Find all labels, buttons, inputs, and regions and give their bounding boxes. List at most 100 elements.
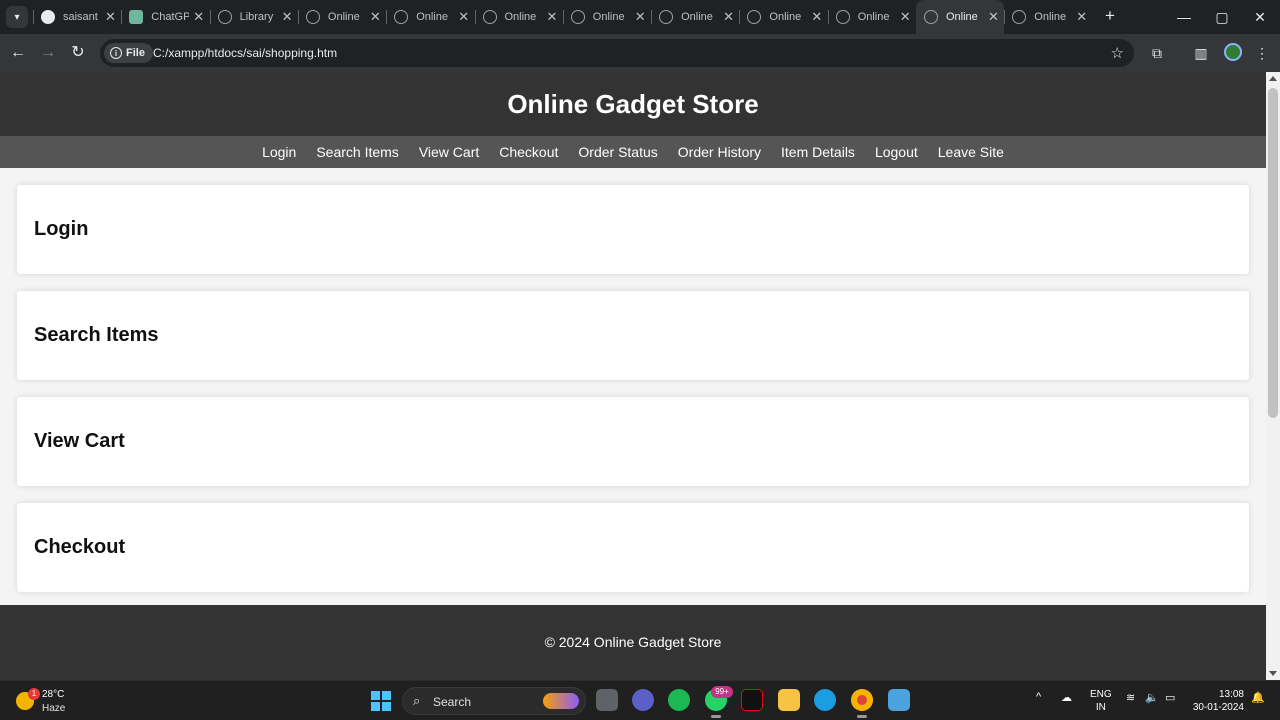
browser-tab[interactable]: Online ✕ xyxy=(474,0,563,34)
globe-icon xyxy=(747,10,762,24)
browser-tab[interactable]: Library ✕ xyxy=(209,0,298,34)
taskbar-search-label: Search xyxy=(433,695,472,709)
tab-close-icon[interactable]: ✕ xyxy=(105,9,116,25)
tab-separator xyxy=(1004,10,1006,24)
weather-badge: 1 xyxy=(28,688,40,700)
tab-close-icon[interactable]: ✕ xyxy=(370,9,381,25)
onedrive-icon[interactable]: ☁ xyxy=(1061,691,1072,704)
address-bar[interactable]: i File C:/xampp/htdocs/sai/shopping.htm … xyxy=(100,39,1134,67)
weather-temp: 28°C xyxy=(42,689,65,700)
tab-separator xyxy=(209,10,211,24)
section-card: Search Items xyxy=(17,291,1249,380)
nav-link[interactable]: Checkout xyxy=(499,136,558,168)
close-window-icon[interactable]: ✕ xyxy=(1240,0,1280,34)
teams-icon[interactable] xyxy=(632,689,654,711)
nav-link[interactable]: Item Details xyxy=(781,136,855,168)
notification-bell-icon[interactable]: 🔔 xyxy=(1251,691,1265,704)
browser-tab[interactable]: Online ✕ xyxy=(916,0,1004,34)
profile-avatar[interactable] xyxy=(1224,43,1242,61)
menu-icon[interactable]: ⋮ xyxy=(1252,43,1272,63)
tab-close-icon[interactable]: ✕ xyxy=(193,9,204,25)
browser-tab[interactable]: saisant ✕ xyxy=(33,0,121,34)
tab-search-icon[interactable]: ▾ xyxy=(6,6,28,28)
nav-link[interactable]: Order History xyxy=(678,136,761,168)
maximize-icon[interactable]: ▢ xyxy=(1202,0,1242,34)
clock[interactable]: 13:08 30-01-2024 xyxy=(1188,688,1244,714)
browser-tab[interactable]: ChatGPT✕ xyxy=(121,0,209,34)
nav-link[interactable]: Logout xyxy=(875,136,918,168)
tab-close-icon[interactable]: ✕ xyxy=(988,9,999,25)
language-indicator[interactable]: ENG IN xyxy=(1090,688,1112,714)
browser-tab[interactable]: Online ✕ xyxy=(562,0,651,34)
nav-link[interactable]: Search Items xyxy=(316,136,398,168)
tab-close-icon[interactable]: ✕ xyxy=(282,9,293,25)
tab-separator xyxy=(827,10,829,24)
taskbar-search[interactable]: ⌕ Search xyxy=(402,687,586,715)
section-card: Login xyxy=(17,185,1249,274)
nav-link[interactable]: Order Status xyxy=(578,136,657,168)
tab-title: Online xyxy=(681,11,713,23)
tab-close-icon[interactable]: ✕ xyxy=(458,9,469,25)
tab-close-icon[interactable]: ✕ xyxy=(635,9,646,25)
tab-close-icon[interactable]: ✕ xyxy=(811,9,822,25)
tab-title: Library xyxy=(239,11,274,23)
tab-title: Online xyxy=(946,11,978,23)
browser-tab[interactable]: Online ✕ xyxy=(827,0,916,34)
info-icon: i xyxy=(110,47,122,59)
minimize-icon[interactable]: — xyxy=(1164,0,1204,34)
volume-muted-icon[interactable]: 🔈 xyxy=(1145,691,1159,704)
site-nav: Login Search Items View Cart Checkout Order … xyxy=(0,136,1266,168)
globe-icon xyxy=(217,10,232,24)
tab-close-icon[interactable]: ✕ xyxy=(723,9,734,25)
tab-title: Online xyxy=(504,11,537,23)
browser-toolbar: ← → ↻ i File C:/xampp/htdocs/sai/shoppin… xyxy=(0,34,1280,72)
site-info-label: File xyxy=(126,47,145,59)
site-info-button[interactable]: i File xyxy=(104,43,153,63)
clock-time: 13:08 xyxy=(1218,689,1244,700)
netflix-icon[interactable] xyxy=(741,689,763,711)
nav-link[interactable]: Login xyxy=(262,136,296,168)
windows-start-icon[interactable] xyxy=(371,691,391,711)
new-tab-button[interactable]: + xyxy=(1100,6,1120,26)
tab-title: Online xyxy=(1034,11,1067,23)
forward-icon[interactable]: → xyxy=(37,42,59,64)
tab-close-icon[interactable]: ✕ xyxy=(547,9,558,25)
chrome-icon[interactable] xyxy=(851,689,873,718)
browser-tab[interactable]: Online ✕ xyxy=(739,0,827,34)
side-panel-icon[interactable]: ▥ xyxy=(1191,43,1211,63)
battery-icon[interactable]: ▭ xyxy=(1165,691,1175,704)
content-area: Login Search Items View Cart Checkout xyxy=(0,168,1266,592)
tab-separator xyxy=(33,10,34,24)
globe-icon xyxy=(305,10,320,24)
nav-link[interactable]: View Cart xyxy=(419,136,479,168)
show-hidden-icons-icon[interactable]: ^ xyxy=(1036,691,1041,703)
back-icon[interactable]: ← xyxy=(7,42,29,64)
nav-link[interactable]: Leave Site xyxy=(938,136,1004,168)
browser-tab[interactable]: Online ✕ xyxy=(297,0,386,34)
section-heading: Search Items xyxy=(34,324,159,346)
notepad-icon[interactable] xyxy=(888,689,910,711)
wifi-icon[interactable]: ≋ xyxy=(1126,691,1135,704)
page-scrollbar[interactable] xyxy=(1266,72,1280,680)
scroll-down-icon[interactable] xyxy=(1269,671,1277,676)
url-text[interactable]: C:/xampp/htdocs/sai/shopping.htm xyxy=(153,46,337,60)
bookmark-star-icon[interactable]: ☆ xyxy=(1111,44,1124,62)
reload-icon[interactable]: ↻ xyxy=(67,42,89,64)
scroll-up-icon[interactable] xyxy=(1269,76,1277,81)
edge-icon[interactable] xyxy=(814,689,836,711)
search-highlight-icon xyxy=(543,693,579,709)
spotify-icon[interactable] xyxy=(668,689,690,711)
tab-close-icon[interactable]: ✕ xyxy=(1076,9,1087,25)
scrollbar-thumb[interactable] xyxy=(1268,88,1278,418)
browser-tab[interactable]: Online ✕ xyxy=(386,0,474,34)
tab-title: saisant xyxy=(63,11,98,23)
extensions-icon[interactable]: ⧉ xyxy=(1147,43,1167,63)
tab-close-icon[interactable]: ✕ xyxy=(900,9,911,25)
tab-separator xyxy=(474,10,476,24)
globe-icon xyxy=(394,10,409,24)
file-explorer-icon[interactable] xyxy=(778,689,800,711)
task-view-icon[interactable] xyxy=(596,689,618,711)
browser-tab[interactable]: Online ✕ xyxy=(1004,0,1092,34)
weather-widget[interactable]: 1 28°C Haze xyxy=(14,686,74,716)
browser-tab[interactable]: Online ✕ xyxy=(651,0,739,34)
